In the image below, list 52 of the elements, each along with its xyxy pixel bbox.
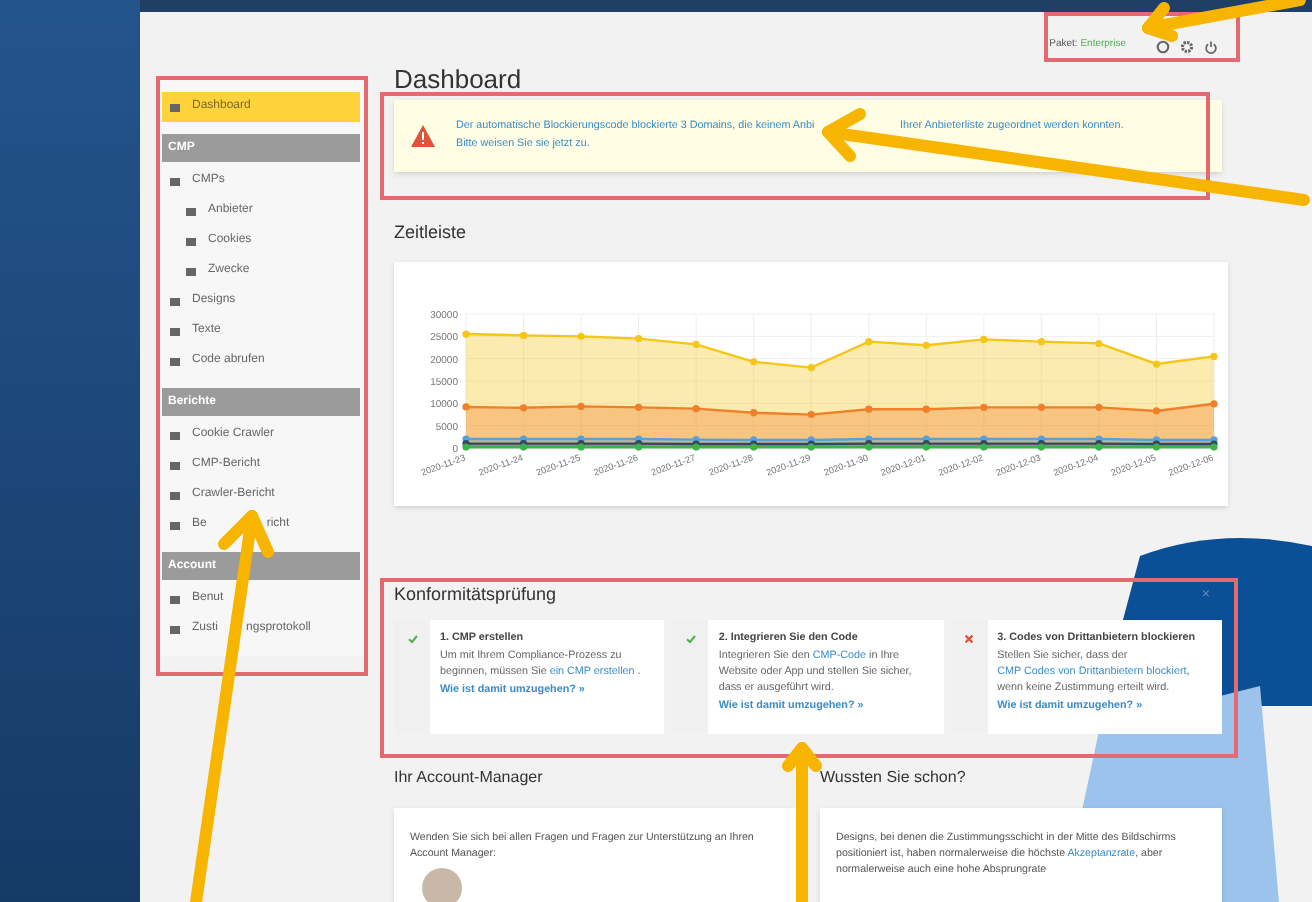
data-point xyxy=(692,404,700,412)
warning-icon xyxy=(410,124,436,148)
item-icon xyxy=(170,297,180,305)
item-icon xyxy=(170,431,180,439)
item-icon xyxy=(170,521,180,529)
data-point xyxy=(519,330,528,339)
item-icon xyxy=(170,461,180,469)
data-point xyxy=(922,404,930,412)
data-point xyxy=(980,334,988,343)
settings-icon[interactable] xyxy=(1180,39,1194,53)
data-point xyxy=(519,403,528,411)
item-icon xyxy=(170,357,180,365)
item-icon xyxy=(186,267,196,275)
item-icon xyxy=(170,625,180,633)
page-title: Dashboard xyxy=(394,64,524,96)
item-icon xyxy=(170,103,180,111)
data-point xyxy=(1095,338,1103,347)
data-point xyxy=(1210,399,1218,407)
data-point xyxy=(1152,359,1161,367)
data-point xyxy=(865,404,873,412)
data-point xyxy=(635,402,643,410)
data-point xyxy=(1095,402,1103,410)
data-point xyxy=(462,402,470,410)
data-point xyxy=(1037,402,1045,410)
item-icon xyxy=(186,237,196,245)
data-point xyxy=(750,408,758,416)
data-point xyxy=(1152,406,1161,414)
section-title: Wussten Sie schon? xyxy=(820,766,968,790)
data-point xyxy=(922,340,930,348)
data-point xyxy=(1037,337,1045,345)
item-icon xyxy=(170,177,180,185)
power-icon[interactable] xyxy=(1204,39,1218,53)
data-point xyxy=(577,401,585,410)
section-title: Konformitätsprüfung xyxy=(394,581,557,608)
chat-icon[interactable] xyxy=(1156,39,1170,53)
avatar-placeholder xyxy=(422,868,462,902)
data-point xyxy=(635,333,643,342)
data-point xyxy=(1210,351,1218,360)
item-icon xyxy=(170,327,180,335)
item-icon xyxy=(170,491,180,499)
item-icon xyxy=(170,595,180,603)
data-point xyxy=(807,363,815,371)
data-point xyxy=(577,331,585,339)
data-point xyxy=(865,337,873,345)
section-title: Ihr Account-Manager xyxy=(394,766,545,790)
data-point xyxy=(462,329,470,337)
item-icon xyxy=(186,207,196,215)
section-title: Zeitleiste xyxy=(394,220,469,246)
data-point xyxy=(692,339,700,347)
data-point xyxy=(750,357,758,365)
data-point xyxy=(980,402,988,410)
data-point xyxy=(807,409,815,418)
